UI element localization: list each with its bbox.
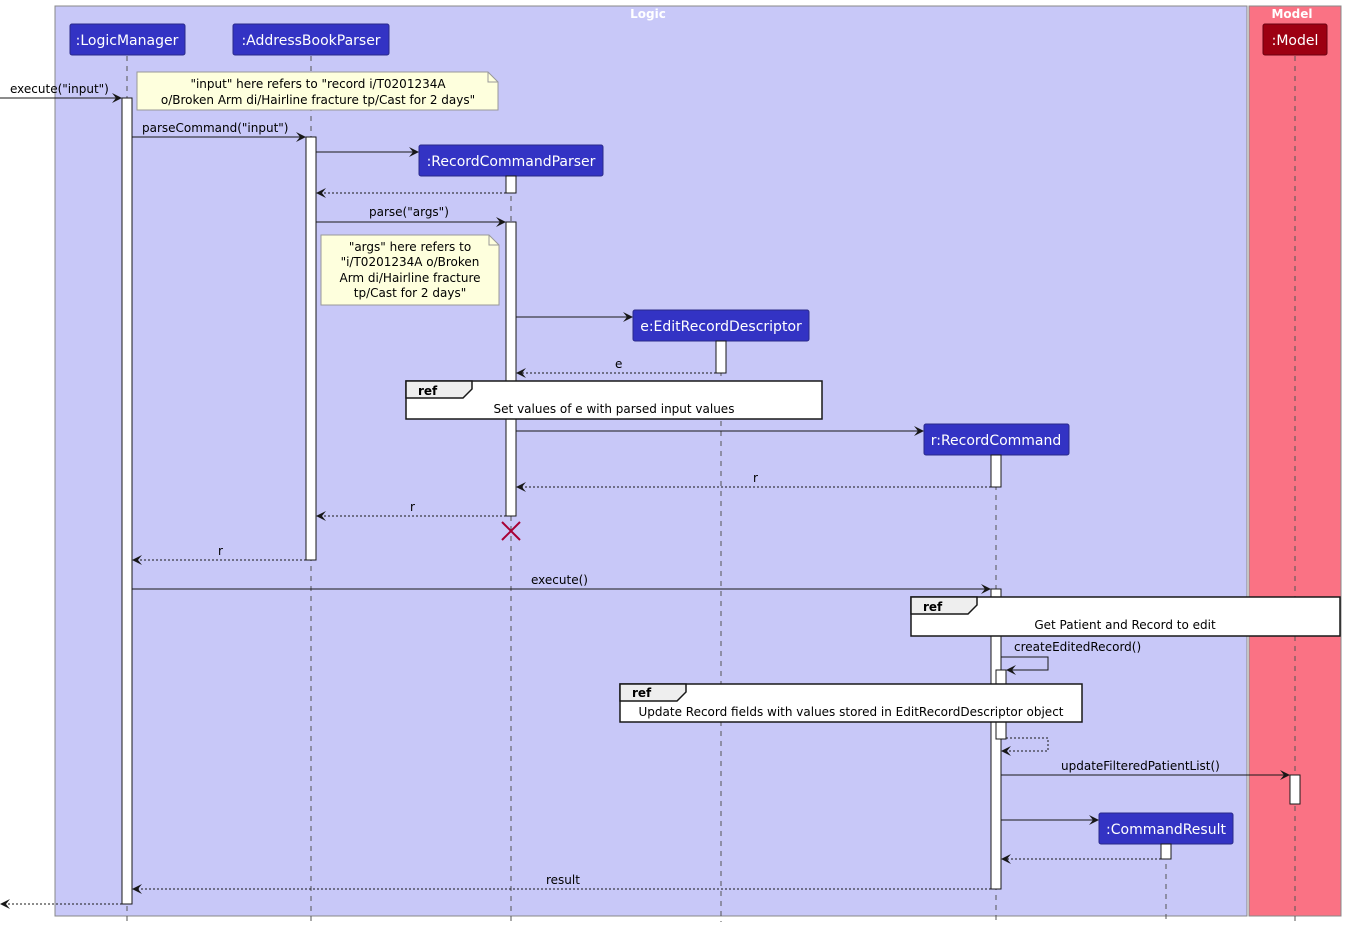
activation-recordcommand-init xyxy=(990,454,1002,488)
participant-logicmanager[interactable]: :LogicManager xyxy=(69,23,186,56)
label-return-r3: r xyxy=(218,544,223,558)
participant-model[interactable]: :Model xyxy=(1262,23,1328,56)
svg-text:Arm di/Hairline fracture: Arm di/Hairline fracture xyxy=(339,271,480,285)
participant-addressbookparser[interactable]: :AddressBookParser xyxy=(232,23,390,56)
svg-text::Model: :Model xyxy=(1272,33,1319,49)
participant-recordcommandparser[interactable]: :RecordCommandParser xyxy=(418,144,604,177)
activation-commandresult xyxy=(1160,843,1172,860)
activation-logicmanager xyxy=(121,97,133,905)
label-execute: execute() xyxy=(531,573,588,587)
label-return-r2: r xyxy=(410,500,415,514)
svg-text:e:EditRecordDescriptor: e:EditRecordDescriptor xyxy=(640,319,802,335)
ref-get-patient: ref Get Patient and Record to edit xyxy=(910,596,1341,637)
svg-text:"args" here refers to: "args" here refers to xyxy=(349,240,471,254)
note-input: "input" here refers to "record i/T020123… xyxy=(136,71,499,111)
ref-set-values: ref Set values of e with parsed input va… xyxy=(405,380,823,420)
activation-addressbookparser xyxy=(305,136,317,561)
svg-text:ref: ref xyxy=(923,600,943,614)
svg-text::AddressBookParser: :AddressBookParser xyxy=(241,33,380,49)
label-execute-input: execute("input") xyxy=(10,82,109,96)
svg-text:Set values of e with parsed in: Set values of e with parsed input values xyxy=(494,402,735,416)
svg-text::RecordCommandParser: :RecordCommandParser xyxy=(427,154,596,170)
note-args: "args" here refers to "i/T0201234A o/Bro… xyxy=(320,234,500,306)
svg-text:Get Patient and Record to edit: Get Patient and Record to edit xyxy=(1034,618,1216,632)
label-return-e: e xyxy=(615,357,622,371)
participant-commandresult[interactable]: :CommandResult xyxy=(1098,812,1234,845)
sequence-diagram: Logic Model :LogicManager :AddressBookPa… xyxy=(0,5,1342,922)
label-return-r1: r xyxy=(753,471,758,485)
model-box-title: Model xyxy=(1271,7,1312,21)
label-parse-args: parse("args") xyxy=(369,205,449,219)
svg-text:"i/T0201234A o/Broken: "i/T0201234A o/Broken xyxy=(341,255,480,269)
activation-recordcommandparser xyxy=(505,221,517,517)
svg-text::LogicManager: :LogicManager xyxy=(76,33,179,49)
label-create-edited-record: createEditedRecord() xyxy=(1014,640,1141,654)
participant-recordcommand[interactable]: r:RecordCommand xyxy=(923,423,1070,456)
label-update-filtered: updateFilteredPatientList() xyxy=(1061,759,1220,773)
svg-text:o/Broken Arm di/Hairline fract: o/Broken Arm di/Hairline fracture tp/Cas… xyxy=(161,93,475,107)
svg-text:Update Record fields with valu: Update Record fields with values stored … xyxy=(639,705,1064,719)
activation-editrecorddescriptor xyxy=(715,340,727,374)
ref-update-record: ref Update Record fields with values sto… xyxy=(619,683,1083,723)
logic-box xyxy=(54,5,1248,917)
activation-recordcommandparser-init xyxy=(505,175,517,194)
activation-model xyxy=(1289,774,1301,805)
label-return-result: result xyxy=(546,873,580,887)
participant-editrecorddescriptor[interactable]: e:EditRecordDescriptor xyxy=(632,309,810,342)
svg-text::CommandResult: :CommandResult xyxy=(1106,822,1226,838)
label-parse-command: parseCommand("input") xyxy=(142,121,288,135)
svg-text:ref: ref xyxy=(632,686,652,700)
svg-text:r:RecordCommand: r:RecordCommand xyxy=(931,433,1062,449)
svg-text:tp/Cast for 2 days": tp/Cast for 2 days" xyxy=(354,286,466,300)
svg-text:ref: ref xyxy=(418,384,438,398)
svg-text:"input" here refers to "record: "input" here refers to "record i/T020123… xyxy=(190,77,446,91)
logic-box-title: Logic xyxy=(630,7,666,21)
